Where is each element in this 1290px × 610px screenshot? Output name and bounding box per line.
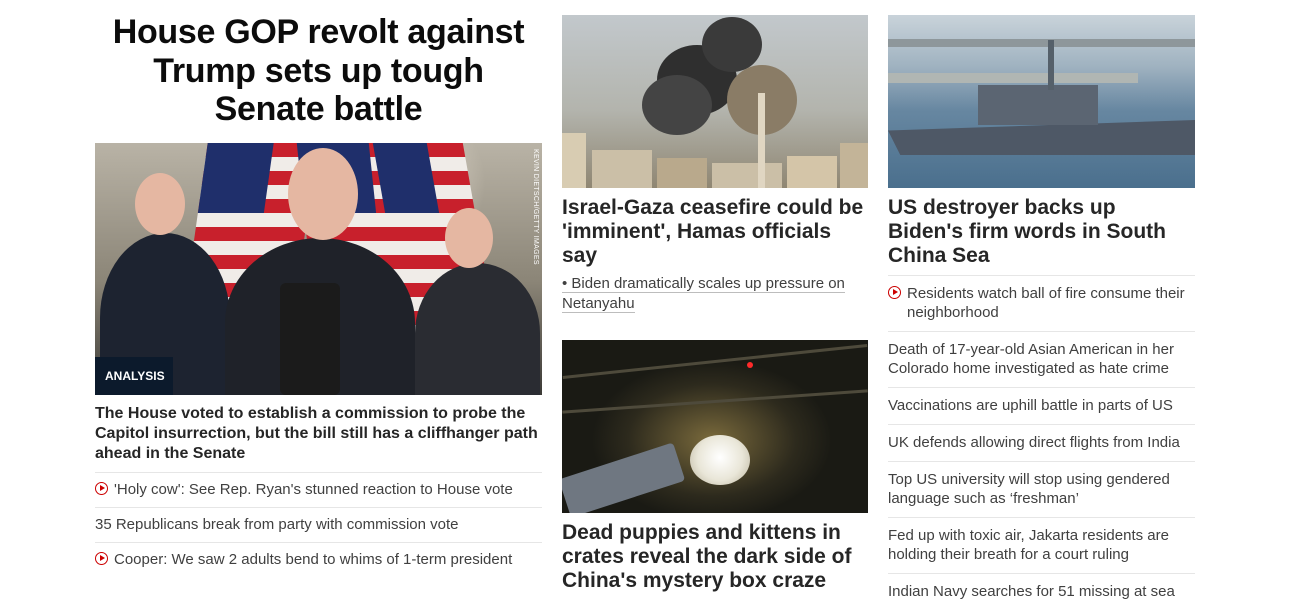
building: [562, 133, 586, 188]
building: [592, 150, 652, 188]
gaza-story-title[interactable]: Israel-Gaza ceasefire could be 'imminent…: [562, 196, 868, 268]
destroyer-story-image[interactable]: [888, 15, 1195, 188]
lead-link-text: Cooper: We saw 2 adults bend to whims of…: [114, 550, 513, 568]
minaret: [758, 93, 765, 188]
right-link-text: Death of 17-year-old Asian American in h…: [888, 341, 1174, 377]
person-center-head: [288, 147, 358, 240]
puppy-graphic: [690, 435, 750, 485]
lead-link-3[interactable]: Cooper: We saw 2 adults bend to whims of…: [95, 541, 542, 577]
right-link-2[interactable]: Death of 17-year-old Asian American in h…: [888, 331, 1195, 387]
right-link-4[interactable]: UK defends allowing direct flights from …: [888, 424, 1195, 461]
image-credit: KEVIN DIETSCH/GETTY IMAGES: [532, 148, 539, 265]
building: [657, 158, 707, 188]
right-link-6[interactable]: Fed up with toxic air, Jakarta residents…: [888, 517, 1195, 573]
person-left-head: [135, 172, 185, 235]
lead-link-text: 35 Republicans break from party with com…: [95, 515, 459, 533]
right-link-text: UK defends allowing direct flights from …: [888, 434, 1180, 451]
lead-link-text: 'Holy cow': See Rep. Ryan's stunned reac…: [114, 480, 513, 498]
lead-description[interactable]: The House voted to establish a commissio…: [95, 404, 542, 464]
person-right: [415, 262, 540, 395]
crate-graphic: [562, 344, 868, 379]
right-link-text: Top US university will stop using gender…: [888, 471, 1170, 507]
lead-link-1[interactable]: 'Holy cow': See Rep. Ryan's stunned reac…: [95, 471, 542, 507]
right-link-text: Indian Navy searches for 51 missing at s…: [888, 583, 1175, 600]
lead-headline[interactable]: House GOP revolt against Trump sets up t…: [95, 13, 542, 129]
person-right-head: [445, 207, 493, 268]
puppy-story-title[interactable]: Dead puppies and kittens in crates revea…: [562, 521, 868, 593]
puppy-story-image[interactable]: [562, 340, 868, 513]
ship-superstructure: [978, 85, 1098, 125]
right-link-5[interactable]: Top US university will stop using gender…: [888, 461, 1195, 517]
microphones: [280, 282, 340, 395]
ship-hull: [888, 120, 1195, 155]
video-play-icon: [95, 481, 108, 495]
right-link-3[interactable]: Vaccinations are uphill battle in parts …: [888, 387, 1195, 424]
smoke-graphic: [642, 75, 712, 135]
middle-column: Israel-Gaza ceasefire could be 'imminent…: [562, 15, 868, 593]
destroyer-story-title[interactable]: US destroyer backs up Biden's firm words…: [888, 196, 1195, 268]
right-link-text: Residents watch ball of fire consume the…: [907, 285, 1185, 321]
building: [840, 143, 868, 188]
lead-link-2[interactable]: 35 Republicans break from party with com…: [95, 506, 542, 542]
lead-story-image[interactable]: KEVIN DIETSCH/GETTY IMAGES ANALYSIS: [95, 142, 542, 395]
right-links-list: Residents watch ball of fire consume the…: [888, 275, 1195, 610]
video-play-icon: [888, 286, 901, 299]
video-play-icon: [95, 551, 108, 565]
crate-graphic: [562, 389, 868, 414]
smoke-graphic: [702, 17, 762, 72]
building: [712, 163, 782, 188]
gaza-story-image[interactable]: [562, 15, 868, 188]
right-column: US destroyer backs up Biden's firm words…: [888, 15, 1195, 610]
pier-graphic: [888, 39, 1195, 47]
right-link-text: Fed up with toxic air, Jakarta residents…: [888, 527, 1169, 563]
red-light: [747, 362, 753, 368]
lead-story: House GOP revolt against Trump sets up t…: [95, 13, 542, 577]
analysis-badge: ANALYSIS: [95, 356, 173, 395]
right-link-7[interactable]: Indian Navy searches for 51 missing at s…: [888, 573, 1195, 610]
right-link-1[interactable]: Residents watch ball of fire consume the…: [888, 275, 1195, 331]
gaza-sub-link-wrap: • Biden dramatically scales up pressure …: [562, 274, 868, 314]
gaza-sub-link[interactable]: • Biden dramatically scales up pressure …: [562, 275, 845, 313]
crate-graphic: [562, 442, 686, 513]
pier-graphic: [888, 73, 1138, 83]
right-link-text: Vaccinations are uphill battle in parts …: [888, 397, 1173, 414]
building: [787, 156, 837, 188]
ship-mast: [1048, 40, 1054, 90]
